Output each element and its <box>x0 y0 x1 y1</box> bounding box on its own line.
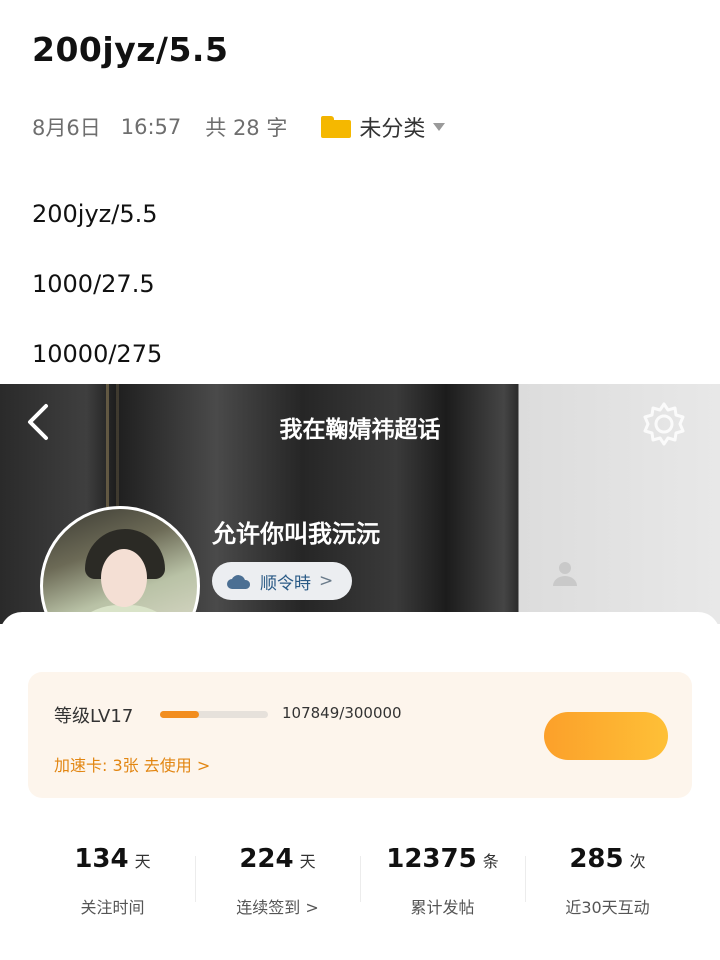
note-line[interactable]: 10000/275 <box>32 340 162 368</box>
stat-label: 关注时间 <box>80 898 145 917</box>
chevron-right-icon: > <box>319 571 334 591</box>
stat-interactions: 285 次 近30天互动 <box>525 844 690 940</box>
level-progress-fill <box>160 711 199 718</box>
note-time: 16:57 <box>120 115 182 139</box>
stat-label: 累计发帖 <box>410 898 475 917</box>
level-value: 107849/300000 <box>282 704 402 722</box>
stat-total-posts: 12375 条 累计发帖 <box>360 844 525 940</box>
person-icon <box>553 562 577 586</box>
stat-unit: 条 <box>482 852 499 871</box>
stat-label: 近30天互动 <box>565 898 650 917</box>
note-meta: 8月6日 16:57 共 28 字 未分类 <box>32 111 446 143</box>
user-name: 允许你叫我沅沅 <box>212 520 380 548</box>
stat-unit: 天 <box>299 852 316 871</box>
note-word-count: 共 28 字 <box>205 116 288 140</box>
folder-selector[interactable]: 未分类 <box>321 111 446 143</box>
folder-icon <box>321 116 352 138</box>
stats-row: 134 天 关注时间 224 天 连续签到 > 12375 条 累计发帖 285 次 近… <box>30 844 690 940</box>
super-topic-panel: 我在鞠婧祎超话 允许你叫我沅沅 顺令時 > V 等级LV17 <box>0 384 720 960</box>
stat-follow-days: 134 天 关注时间 <box>30 844 195 940</box>
note-view: 200jyz/5.5 8月6日 16:57 共 28 字 未分类 200jyz/… <box>0 0 720 384</box>
title-pill[interactable]: 顺令時 > <box>212 562 352 600</box>
topic-title: 我在鞠婧祎超话 <box>279 417 441 443</box>
stat-value: 12375 <box>386 844 477 874</box>
note-line[interactable]: 200jyz/5.5 <box>32 200 158 228</box>
note-line[interactable]: 1000/27.5 <box>32 270 155 298</box>
stat-checkin-streak[interactable]: 224 天 连续签到 > <box>195 844 360 940</box>
sign-in-button[interactable] <box>544 712 668 760</box>
stat-unit: 天 <box>134 852 151 871</box>
stat-unit: 次 <box>629 852 646 871</box>
stat-value: 134 <box>74 844 129 874</box>
profile-card: 等级LV17 107849/300000 加速卡: 3张 去使用 > 134 天 … <box>0 612 720 960</box>
boost-card-link[interactable]: 加速卡: 3张 去使用 > <box>54 752 210 776</box>
caret-down-icon <box>433 123 446 131</box>
note-title[interactable]: 200jyz/5.5 <box>32 30 228 69</box>
cloud-icon <box>227 575 251 589</box>
note-date: 8月6日 <box>32 116 101 140</box>
level-progress-bar <box>160 711 268 718</box>
folder-label: 未分类 <box>359 117 426 142</box>
title-pill-label: 顺令時 <box>260 573 311 594</box>
level-panel: 等级LV17 107849/300000 加速卡: 3张 去使用 > <box>28 672 692 798</box>
level-label: 等级LV17 <box>54 706 134 727</box>
stat-value: 285 <box>569 844 624 874</box>
stat-value: 224 <box>239 844 294 874</box>
stat-label: 连续签到 > <box>236 898 319 917</box>
gear-icon[interactable] <box>640 400 688 448</box>
